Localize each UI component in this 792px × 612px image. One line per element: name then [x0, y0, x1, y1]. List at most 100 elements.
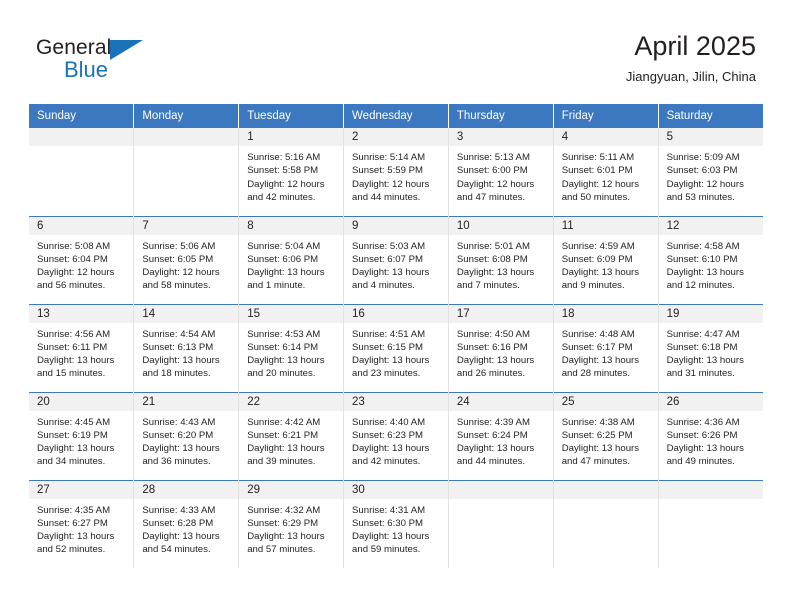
day-details: Sunrise: 5:16 AM Sunset: 5:58 PM Daylight:… [239, 146, 343, 204]
weekday-header-monday: Monday [133, 104, 240, 128]
calendar-day-cell[interactable]: 13 Sunrise: 4:56 AM Sunset: 6:11 PM Dayligh… [29, 303, 135, 392]
sunrise-time: Sunrise: 4:43 AM [142, 416, 216, 428]
daylight-duration-line2: and 26 minutes. [456, 368, 526, 380]
day-number: 28 [134, 480, 239, 499]
calendar-day-cell[interactable]: 15 Sunrise: 4:53 AM Sunset: 6:14 PM Dayligh… [238, 303, 345, 392]
calendar-day-cell-empty [448, 479, 554, 568]
calendar-day-cell[interactable]: 1 Sunrise: 5:16 AM Sunset: 5:58 PM Daylight… [238, 128, 345, 216]
day-number: 25 [553, 392, 658, 411]
daylight-duration-line2: and 54 minutes. [142, 544, 211, 556]
daylight-duration-line1: Daylight: 12 hours [37, 267, 115, 279]
sunset-time: Sunset: 6:01 PM [561, 165, 633, 177]
daylight-duration-line1: Daylight: 13 hours [456, 355, 535, 367]
calendar-day-cell[interactable]: 12 Sunrise: 4:58 AM Sunset: 6:10 PM Dayligh… [658, 215, 763, 304]
calendar-day-cell[interactable]: 5 Sunrise: 5:09 AM Sunset: 6:03 PM Daylight… [658, 128, 763, 216]
calendar-day-cell[interactable]: 18 Sunrise: 4:48 AM Sunset: 6:17 PM Dayligh… [553, 303, 659, 392]
day-details: Sunrise: 5:06 AM Sunset: 6:05 PM Daylight:… [134, 235, 238, 293]
day-number: 16 [344, 304, 448, 323]
sunset-time: Sunset: 6:17 PM [561, 341, 633, 353]
sunrise-time: Sunrise: 4:58 AM [666, 240, 740, 252]
calendar-day-cell[interactable]: 16 Sunrise: 4:51 AM Sunset: 6:15 PM Dayligh… [343, 303, 449, 392]
day-number: 8 [239, 216, 344, 235]
daylight-duration-line1: Daylight: 13 hours [561, 443, 640, 455]
day-number [448, 480, 553, 499]
calendar-day-cell[interactable]: 19 Sunrise: 4:47 AM Sunset: 6:18 PM Dayligh… [658, 303, 763, 392]
sunset-time: Sunset: 6:08 PM [456, 253, 528, 265]
daylight-duration-line1: Daylight: 13 hours [37, 443, 115, 455]
sunrise-time: Sunrise: 4:40 AM [352, 416, 426, 428]
day-details: Sunrise: 5:14 AM Sunset: 5:59 PM Daylight:… [344, 146, 448, 204]
calendar-day-cell[interactable]: 17 Sunrise: 4:50 AM Sunset: 6:16 PM Dayligh… [448, 303, 554, 392]
sunset-time: Sunset: 6:11 PM [37, 341, 108, 353]
day-number: 22 [239, 392, 344, 411]
daylight-duration-line2: and 12 minutes. [666, 280, 735, 292]
calendar-day-cell[interactable]: 30 Sunrise: 4:31 AM Sunset: 6:30 PM Dayligh… [343, 479, 449, 568]
calendar-day-cell[interactable]: 3 Sunrise: 5:13 AM Sunset: 6:00 PM Daylight… [448, 128, 554, 216]
weekday-header-wednesday: Wednesday [343, 104, 449, 128]
calendar-day-cell[interactable]: 4 Sunrise: 5:11 AM Sunset: 6:01 PM Daylight… [553, 128, 659, 216]
calendar-day-cell[interactable]: 27 Sunrise: 4:35 AM Sunset: 6:27 PM Dayligh… [29, 479, 135, 568]
calendar-day-cell[interactable]: 25 Sunrise: 4:38 AM Sunset: 6:25 PM Dayligh… [553, 391, 659, 480]
daylight-duration-line2: and 20 minutes. [247, 368, 316, 380]
daylight-duration-line1: Daylight: 12 hours [352, 178, 430, 190]
sunset-time: Sunset: 6:20 PM [142, 429, 214, 441]
calendar-day-cell[interactable]: 7 Sunrise: 5:06 AM Sunset: 6:05 PM Daylight… [133, 215, 240, 304]
daylight-duration-line1: Daylight: 12 hours [561, 178, 640, 190]
generalblue-logo[interactable]: General Blue [36, 36, 166, 88]
day-number: 11 [553, 216, 658, 235]
day-details: Sunrise: 4:47 AM Sunset: 6:18 PM Daylight:… [659, 323, 763, 381]
calendar-day-cell[interactable]: 11 Sunrise: 4:59 AM Sunset: 6:09 PM Dayligh… [553, 215, 659, 304]
sunrise-time: Sunrise: 4:32 AM [247, 504, 321, 516]
day-number: 5 [658, 128, 763, 146]
calendar-day-cell[interactable]: 14 Sunrise: 4:54 AM Sunset: 6:13 PM Dayligh… [133, 303, 240, 392]
daylight-duration-line1: Daylight: 13 hours [666, 267, 744, 279]
day-number: 6 [29, 216, 134, 235]
calendar-day-cell-empty [658, 479, 763, 568]
day-details: Sunrise: 4:39 AM Sunset: 6:24 PM Daylight:… [449, 411, 553, 469]
day-number: 29 [239, 480, 344, 499]
sunrise-time: Sunrise: 4:39 AM [456, 416, 530, 428]
day-number: 30 [344, 480, 448, 499]
calendar-week-row: 20 Sunrise: 4:45 AM Sunset: 6:19 PM Dayligh… [29, 391, 763, 480]
daylight-duration-line1: Daylight: 13 hours [142, 531, 220, 543]
calendar-day-cell[interactable]: 6 Sunrise: 5:08 AM Sunset: 6:04 PM Daylight… [29, 215, 135, 304]
daylight-duration-line2: and 42 minutes. [247, 191, 316, 203]
sunset-time: Sunset: 6:03 PM [666, 165, 738, 177]
calendar-day-cell[interactable]: 21 Sunrise: 4:43 AM Sunset: 6:20 PM Dayligh… [133, 391, 240, 480]
daylight-duration-line2: and 9 minutes. [561, 280, 625, 292]
daylight-duration-line2: and 53 minutes. [666, 191, 735, 203]
daylight-duration-line2: and 39 minutes. [247, 456, 316, 468]
day-number: 9 [344, 216, 448, 235]
day-details: Sunrise: 4:43 AM Sunset: 6:20 PM Daylight:… [134, 411, 238, 469]
calendar-day-cell[interactable]: 28 Sunrise: 4:33 AM Sunset: 6:28 PM Dayligh… [133, 479, 240, 568]
calendar-day-cell[interactable]: 9 Sunrise: 5:03 AM Sunset: 6:07 PM Daylight… [343, 215, 449, 304]
daylight-duration-line2: and 52 minutes. [37, 544, 106, 556]
day-details: Sunrise: 4:59 AM Sunset: 6:09 PM Daylight:… [554, 235, 658, 293]
weekday-header-saturday: Saturday [658, 104, 763, 128]
day-details: Sunrise: 4:38 AM Sunset: 6:25 PM Daylight:… [554, 411, 658, 469]
calendar-day-cell[interactable]: 2 Sunrise: 5:14 AM Sunset: 5:59 PM Daylight… [343, 128, 449, 216]
calendar-day-cell[interactable]: 29 Sunrise: 4:32 AM Sunset: 6:29 PM Dayligh… [238, 479, 345, 568]
daylight-duration-line1: Daylight: 13 hours [142, 355, 220, 367]
day-details: Sunrise: 4:45 AM Sunset: 6:19 PM Daylight:… [29, 411, 133, 469]
daylight-duration-line2: and 34 minutes. [37, 456, 106, 468]
calendar-day-cell[interactable]: 20 Sunrise: 4:45 AM Sunset: 6:19 PM Dayligh… [29, 391, 135, 480]
sunrise-time: Sunrise: 5:13 AM [456, 152, 530, 163]
calendar-day-cell[interactable]: 26 Sunrise: 4:36 AM Sunset: 6:26 PM Dayligh… [658, 391, 763, 480]
location-subtitle: Jiangyuan, Jilin, China [625, 69, 756, 84]
calendar-day-cell[interactable]: 22 Sunrise: 4:42 AM Sunset: 6:21 PM Dayligh… [238, 391, 345, 480]
calendar-day-cell[interactable]: 23 Sunrise: 4:40 AM Sunset: 6:23 PM Dayligh… [343, 391, 449, 480]
day-details: Sunrise: 4:51 AM Sunset: 6:15 PM Daylight:… [344, 323, 448, 381]
sunset-time: Sunset: 6:21 PM [247, 429, 319, 441]
daylight-duration-line2: and 31 minutes. [666, 368, 735, 380]
sunset-time: Sunset: 5:59 PM [352, 165, 423, 177]
daylight-duration-line1: Daylight: 13 hours [352, 355, 430, 367]
day-number [29, 128, 134, 146]
daylight-duration-line2: and 28 minutes. [561, 368, 630, 380]
calendar-day-cell[interactable]: 8 Sunrise: 5:04 AM Sunset: 6:06 PM Daylight… [238, 215, 345, 304]
calendar-day-cell[interactable]: 24 Sunrise: 4:39 AM Sunset: 6:24 PM Dayligh… [448, 391, 554, 480]
sunset-time: Sunset: 5:58 PM [247, 165, 319, 177]
calendar-week-row: 13 Sunrise: 4:56 AM Sunset: 6:11 PM Dayligh… [29, 303, 763, 392]
day-number: 15 [239, 304, 344, 323]
calendar-day-cell[interactable]: 10 Sunrise: 5:01 AM Sunset: 6:08 PM Dayligh… [448, 215, 554, 304]
